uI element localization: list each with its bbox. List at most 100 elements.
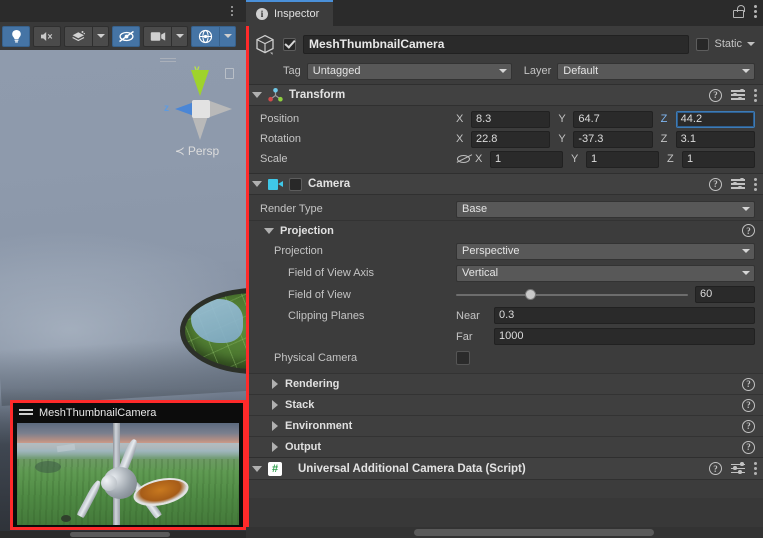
effects-toggle-button[interactable] [64, 25, 92, 47]
projection-section-header[interactable]: Projection ? [246, 220, 763, 240]
cube-prefab-icon [254, 33, 276, 55]
audio-toggle-button[interactable] [33, 25, 61, 47]
scene-horizontal-scrollbar[interactable] [0, 531, 246, 538]
render-type-dropdown[interactable]: Base [456, 200, 755, 218]
rotation-x-input[interactable]: 22.8 [471, 130, 551, 148]
rendering-section-header[interactable]: Rendering ? [246, 373, 763, 394]
help-icon[interactable]: ? [742, 377, 755, 391]
kebab-menu-icon[interactable] [754, 462, 757, 475]
scene-camera-button[interactable] [143, 25, 171, 47]
help-icon[interactable]: ? [709, 177, 722, 191]
transform-component-header[interactable]: Transform ? [246, 84, 763, 106]
near-clip-input[interactable]: 0.3 [494, 307, 755, 324]
static-checkbox[interactable] [696, 37, 710, 51]
hamburger-icon[interactable] [160, 58, 176, 64]
gizmo-cone-x[interactable] [210, 101, 232, 117]
inspector-horizontal-scrollbar[interactable] [246, 527, 763, 538]
scale-y-input[interactable]: 1 [586, 150, 659, 168]
tag-label: Tag [283, 65, 301, 77]
position-z-input[interactable]: 44.2 [675, 110, 755, 128]
inspector-tab-actions [733, 5, 757, 18]
kebab-menu-icon[interactable] [754, 177, 757, 191]
projection-row: Projection Perspective [246, 240, 763, 262]
fov-slider[interactable] [456, 287, 688, 302]
scene-camera-dropdown-button[interactable] [171, 25, 188, 47]
output-foldout-icon[interactable] [272, 442, 278, 452]
lock-icon[interactable] [225, 68, 234, 79]
fov-axis-dropdown[interactable]: Vertical [456, 264, 755, 282]
scene-visibility-toggle-button[interactable] [112, 25, 140, 47]
effects-dropdown-button[interactable] [92, 25, 109, 47]
gizmos-toggle-button[interactable] [191, 25, 219, 47]
help-icon[interactable]: ? [709, 88, 722, 102]
drag-handle-icon[interactable] [19, 409, 33, 417]
position-y-input[interactable]: 64.7 [573, 110, 653, 128]
physical-camera-checkbox[interactable] [456, 351, 470, 365]
gizmos-dropdown-button[interactable] [219, 25, 236, 47]
help-icon[interactable]: ? [742, 398, 755, 412]
urp-camera-data-header[interactable]: # Universal Additional Camera Data (Scri… [246, 457, 763, 480]
preset-sliders-icon[interactable] [731, 88, 745, 101]
terrain-disc-object [180, 288, 246, 374]
gizmo-projection-label[interactable]: ≺ Persp [158, 144, 236, 158]
gizmo-center-cube[interactable] [192, 100, 210, 118]
scene-view-titlebar [0, 0, 246, 22]
scale-z-input[interactable]: 1 [682, 150, 755, 168]
stack-section-header[interactable]: Stack ? [246, 394, 763, 415]
camera-enabled-checkbox[interactable] [289, 177, 302, 191]
fov-slider-handle[interactable] [525, 289, 537, 300]
inspector-content: MeshThumbnailCamera Static Tag Untagged … [246, 26, 763, 538]
scene-view-toolbar [0, 22, 246, 50]
tab-inspector[interactable]: i Inspector [246, 0, 334, 26]
camera-preview-render [17, 423, 239, 525]
projection-section-actions: ? [742, 224, 755, 237]
environment-foldout-icon[interactable] [272, 421, 278, 431]
preset-sliders-icon[interactable] [731, 177, 745, 190]
gizmo-cone-y[interactable] [191, 70, 209, 96]
output-section-header[interactable]: Output ? [246, 436, 763, 457]
position-x-input[interactable]: 8.3 [471, 110, 551, 128]
camera-header-actions: ? [709, 177, 757, 191]
lightbulb-icon [11, 30, 21, 43]
preset-sliders-icon[interactable] [731, 462, 745, 475]
lock-open-icon[interactable] [733, 5, 745, 18]
camera-foldout-icon[interactable] [252, 181, 262, 187]
environment-section-header[interactable]: Environment ? [246, 415, 763, 436]
static-dropdown-icon[interactable] [747, 42, 755, 46]
rotation-y-input[interactable]: -37.3 [573, 130, 653, 148]
scene-viewport[interactable]: y z ≺ Persp MeshThumbnailCamera [0, 50, 246, 538]
urp-foldout-icon[interactable] [252, 465, 262, 472]
projection-dropdown[interactable]: Perspective [456, 242, 755, 260]
stack-foldout-icon[interactable] [272, 400, 278, 410]
scale-x-input[interactable]: 1 [490, 150, 563, 168]
gameobject-enabled-checkbox[interactable] [283, 37, 296, 51]
help-icon[interactable]: ? [709, 462, 722, 475]
camera-component-header[interactable]: Camera ? [246, 173, 763, 195]
urp-camera-data-body [246, 480, 763, 498]
gizmo-cone-negative-y[interactable] [192, 116, 208, 140]
layer-dropdown[interactable]: Default [557, 62, 755, 80]
gameobject-name-field[interactable]: MeshThumbnailCamera [303, 34, 690, 54]
layer-value: Default [563, 65, 599, 77]
fov-input[interactable]: 60 [695, 286, 755, 303]
help-icon[interactable]: ? [742, 440, 755, 454]
help-icon[interactable]: ? [742, 224, 755, 237]
constrain-proportions-off-icon[interactable] [456, 153, 473, 165]
far-clip-input[interactable]: 1000 [494, 328, 755, 345]
transform-foldout-icon[interactable] [252, 92, 262, 98]
kebab-menu-icon[interactable] [754, 5, 757, 18]
scale-z-axis-label: Z [667, 153, 674, 165]
scene-orientation-gizmo[interactable]: y z ≺ Persp [158, 56, 236, 168]
scrollbar-thumb[interactable] [414, 529, 654, 536]
scale-y-axis-label: Y [571, 153, 579, 165]
help-icon[interactable]: ? [742, 419, 755, 433]
scene-view-menu-icon[interactable] [226, 4, 238, 18]
camera-preview-window[interactable]: MeshThumbnailCamera [10, 400, 246, 530]
projection-foldout-icon[interactable] [264, 227, 274, 234]
kebab-menu-icon[interactable] [754, 88, 757, 102]
tag-dropdown[interactable]: Untagged [306, 62, 512, 80]
lighting-toggle-button[interactable] [2, 25, 30, 47]
rendering-foldout-icon[interactable] [272, 379, 278, 389]
rotation-z-input[interactable]: 3.1 [675, 130, 755, 148]
scrollbar-thumb[interactable] [70, 532, 170, 537]
